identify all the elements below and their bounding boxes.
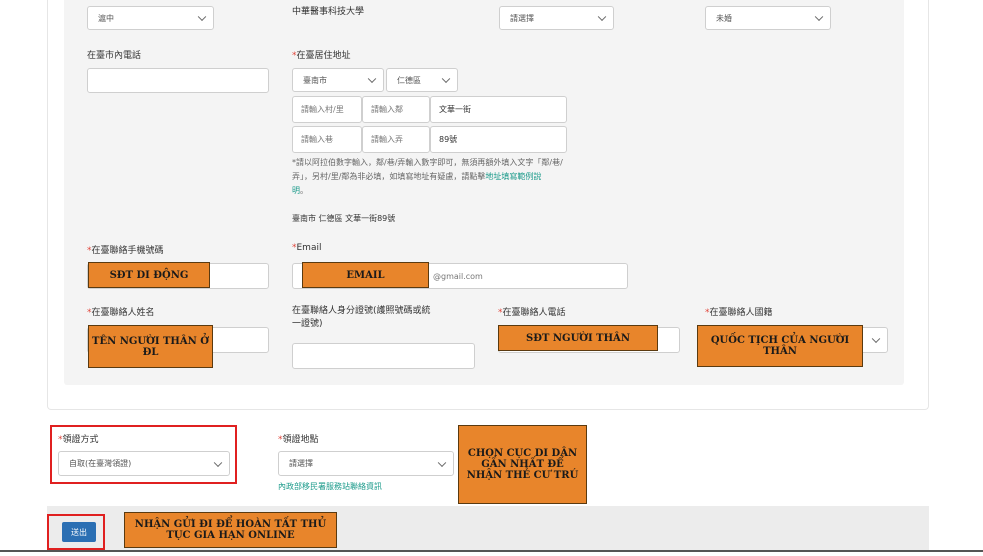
- chevron-down-icon: [437, 458, 447, 467]
- pickup-location-select[interactable]: 請選擇: [278, 451, 454, 476]
- address-note-line1: *請以阿拉伯數字輸入，鄰/巷/弄輸入數字即可，無須再額外填入文字「鄰/巷/: [292, 158, 563, 167]
- chevron-down-icon: [871, 334, 881, 344]
- contact-id-label-line1: 在臺聯絡人身分證號(護照號碼或統: [292, 306, 431, 316]
- immigration-office-link[interactable]: 內政部移民署服務站聯絡資訊: [278, 481, 382, 492]
- chevron-down-icon: [441, 74, 451, 84]
- bottom-divider: [0, 550, 983, 552]
- annotation-pickup-location: CHỌN CỤC DI DÂN GẦN NHẤT ĐỂ NHẬN THẺ CƯ …: [458, 425, 587, 504]
- address-note: *請以阿拉伯數字輸入，鄰/巷/弄輸入數字即可，無須再額外填入文字「鄰/巷/ 弄」…: [292, 156, 684, 198]
- top-select-1[interactable]: 滬中: [87, 6, 214, 30]
- road-input[interactable]: 文華一街: [430, 96, 567, 123]
- email-label-text: Email: [296, 243, 322, 253]
- contact-id-input[interactable]: [292, 343, 475, 369]
- chevron-down-icon: [597, 12, 607, 22]
- contact-name-label: *在臺聯絡人姓名: [87, 308, 155, 318]
- alley-placeholder: 請輸入弄: [371, 135, 403, 144]
- city-value: 臺南市: [303, 75, 327, 85]
- contact-name-label-text: 在臺聯絡人姓名: [91, 308, 155, 318]
- alley-input[interactable]: 請輸入弄: [362, 126, 430, 153]
- chevron-down-icon: [197, 12, 207, 22]
- neighborhood-placeholder: 請輸入鄰: [371, 105, 403, 114]
- contact-nationality-label: *在臺聯絡人國籍: [705, 308, 773, 318]
- mobile-label: *在臺聯絡手機號碼: [87, 246, 164, 256]
- pickup-location-value: 請選擇: [289, 459, 313, 468]
- local-phone-input[interactable]: [87, 68, 269, 93]
- annotation-submit: NHẬN GỬI ĐI ĐỂ HOÀN TẤT THỦ TỤC GIA HẠN …: [124, 512, 337, 548]
- address-note-line2: 弄」，另村/里/鄰為非必填，如填寫地址有疑慮，請點擊: [292, 172, 486, 181]
- local-phone-label: 在臺市內電話: [87, 51, 142, 61]
- pickup-location-label-text: 領證地點: [282, 435, 319, 445]
- address-label: *在臺居住地址: [292, 51, 351, 61]
- annotation-contact-nationality: QUỐC TỊCH CỦA NGƯỜI THÂN: [697, 325, 863, 367]
- pickup-method-highlight: [50, 425, 237, 484]
- contact-nationality-label-text: 在臺聯絡人國籍: [709, 308, 773, 318]
- contact-phone-label-text: 在臺聯絡人電話: [502, 308, 566, 318]
- address-note-line3: 明: [292, 186, 300, 195]
- chevron-down-icon: [367, 74, 377, 84]
- annotation-email: EMAIL: [302, 262, 429, 288]
- mobile-label-text: 在臺聯絡手機號碼: [91, 246, 164, 256]
- top-select-3[interactable]: 未婚: [705, 6, 831, 30]
- pickup-location-label: *領證地點: [278, 435, 319, 445]
- district-select[interactable]: 仁德區: [386, 68, 458, 92]
- annotation-contact-name: TÊN NGƯỜI THÂN Ở ĐL: [88, 325, 213, 368]
- top-select-3-value: 未婚: [716, 13, 732, 23]
- road-value: 文華一街: [439, 105, 471, 114]
- top-select-2-value: 請選擇: [510, 13, 534, 23]
- number-input[interactable]: 89號: [430, 126, 567, 153]
- submit-highlight: [47, 514, 105, 550]
- number-value: 89號: [439, 135, 458, 144]
- top-select-2[interactable]: 請選擇: [499, 6, 614, 30]
- annotation-contact-phone: SĐT NGƯỜI THÂN: [498, 325, 658, 351]
- district-value: 仁德區: [397, 75, 421, 85]
- email-value: @gmail.com: [433, 271, 483, 281]
- contact-id-label: 在臺聯絡人身分證號(護照號碼或統 一證號): [292, 305, 431, 331]
- full-address-preview: 臺南市 仁德區 文華一街89號: [292, 214, 396, 223]
- village-placeholder: 請輸入村/里: [301, 105, 344, 114]
- lane-input[interactable]: 請輸入巷: [292, 126, 362, 153]
- address-example-link[interactable]: 地址填寫範例說: [485, 172, 541, 181]
- top-select-1-value: 滬中: [98, 13, 114, 23]
- chevron-down-icon: [814, 12, 824, 22]
- contact-phone-label: *在臺聯絡人電話: [498, 308, 566, 318]
- address-label-text: 在臺居住地址: [296, 51, 351, 61]
- school-text: 中華醫事科技大學: [292, 7, 365, 17]
- village-input[interactable]: 請輸入村/里: [292, 96, 362, 123]
- annotation-mobile: SĐT DI ĐỘNG: [88, 262, 210, 288]
- city-select[interactable]: 臺南市: [292, 68, 384, 92]
- email-label: *Email: [292, 243, 322, 253]
- lane-placeholder: 請輸入巷: [301, 135, 333, 144]
- contact-id-label-line2: 一證號): [292, 319, 323, 329]
- neighborhood-input[interactable]: 請輸入鄰: [362, 96, 430, 123]
